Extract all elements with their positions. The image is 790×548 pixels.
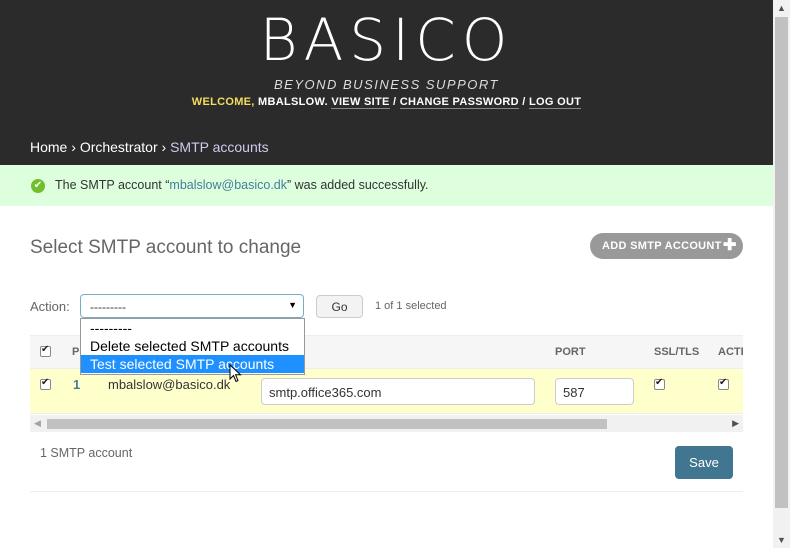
column-header-port[interactable]: PORT: [555, 346, 586, 358]
action-dropdown-list[interactable]: --------- Delete selected SMTP accounts …: [80, 318, 305, 375]
save-button[interactable]: Save: [675, 446, 733, 479]
breadcrumb-home[interactable]: Home: [30, 139, 67, 155]
page: BASICO BEYOND BUSINESS SUPPORT WELCOME, …: [0, 0, 773, 548]
breadcrumb-separator: ›: [67, 139, 80, 155]
host-input[interactable]: smtp.office365.com: [261, 378, 535, 405]
column-header-ssl-tls[interactable]: SSL/TLS: [654, 346, 699, 358]
select-all-checkbox[interactable]: [40, 344, 51, 357]
header: BASICO BEYOND BUSINESS SUPPORT WELCOME, …: [0, 0, 773, 165]
horizontal-scrollbar[interactable]: ◀ ▶: [30, 415, 743, 432]
success-check-icon: ✔: [31, 179, 45, 193]
action-select-value: ---------: [90, 300, 126, 314]
added-account-link[interactable]: mbalslow@basico.dk: [169, 178, 287, 192]
dropdown-option-blank[interactable]: ---------: [81, 319, 304, 337]
row-select-checkbox[interactable]: [40, 377, 51, 390]
add-smtp-account-button[interactable]: ADD SMTP ACCOUNT ✚: [590, 233, 743, 259]
success-message-text: The SMTP account “mbalslow@basico.dk” wa…: [55, 178, 429, 192]
scroll-down-icon[interactable]: ▼: [777, 535, 786, 545]
view-site-link[interactable]: VIEW SITE: [331, 96, 390, 109]
table-row: 1 mbalslow@basico.dk smtp.office365.com …: [30, 369, 743, 414]
vertical-scrollbar[interactable]: ▲ ▼: [773, 0, 790, 548]
divider: [30, 491, 743, 492]
column-header-p[interactable]: P: [72, 346, 79, 358]
separator: /: [518, 96, 529, 108]
site-logo[interactable]: BASICO: [0, 6, 773, 74]
change-password-link[interactable]: CHANGE PASSWORD: [399, 96, 519, 109]
log-out-link[interactable]: LOG OUT: [529, 96, 582, 109]
site-tagline: BEYOND BUSINESS SUPPORT: [274, 77, 499, 92]
action-label: Action:: [30, 299, 70, 314]
paginator: 1 SMTP account: [40, 446, 133, 460]
mouse-cursor-icon: [229, 364, 242, 383]
row-id-link[interactable]: 1: [73, 377, 80, 392]
scroll-left-icon[interactable]: ◀: [34, 418, 41, 429]
chevron-down-icon: ▼: [288, 300, 297, 310]
action-select[interactable]: --------- ▼: [80, 294, 304, 318]
breadcrumb-separator: ›: [157, 139, 171, 155]
add-button-label: ADD SMTP ACCOUNT: [602, 240, 722, 252]
go-button[interactable]: Go: [316, 295, 363, 318]
dropdown-option-delete[interactable]: Delete selected SMTP accounts: [81, 337, 304, 355]
scroll-up-icon[interactable]: ▲: [777, 3, 786, 13]
message-prefix: The SMTP account “: [55, 178, 170, 192]
breadcrumb-current: SMTP accounts: [170, 139, 269, 155]
horizontal-scroll-thumb[interactable]: [47, 419, 607, 429]
port-input[interactable]: 587: [555, 378, 634, 405]
username: MBALSLOW: [258, 96, 325, 108]
selection-count: 1 of 1 selected: [375, 300, 447, 312]
breadcrumb-app[interactable]: Orchestrator: [80, 139, 158, 155]
user-tools: WELCOME, MBALSLOW. VIEW SITE / CHANGE PA…: [191, 96, 582, 109]
breadcrumb: Home › Orchestrator › SMTP accounts: [30, 139, 269, 155]
success-message: ✔ The SMTP account “mbalslow@basico.dk” …: [0, 165, 773, 206]
scroll-right-icon[interactable]: ▶: [732, 418, 739, 429]
message-suffix: ” was added successfully.: [287, 178, 429, 192]
plus-icon: ✚: [723, 237, 737, 254]
active-checkbox[interactable]: [718, 377, 729, 390]
page-title: Select SMTP account to change: [30, 237, 302, 258]
column-header-active[interactable]: ACTI: [718, 346, 744, 358]
row-email: mbalslow@basico.dk: [108, 377, 231, 392]
separator: /: [389, 96, 400, 108]
vertical-scroll-thumb[interactable]: [775, 17, 788, 508]
ssl-tls-checkbox[interactable]: [654, 377, 665, 390]
dropdown-option-test[interactable]: Test selected SMTP accounts: [81, 355, 304, 373]
welcome-text: WELCOME,: [191, 96, 259, 108]
